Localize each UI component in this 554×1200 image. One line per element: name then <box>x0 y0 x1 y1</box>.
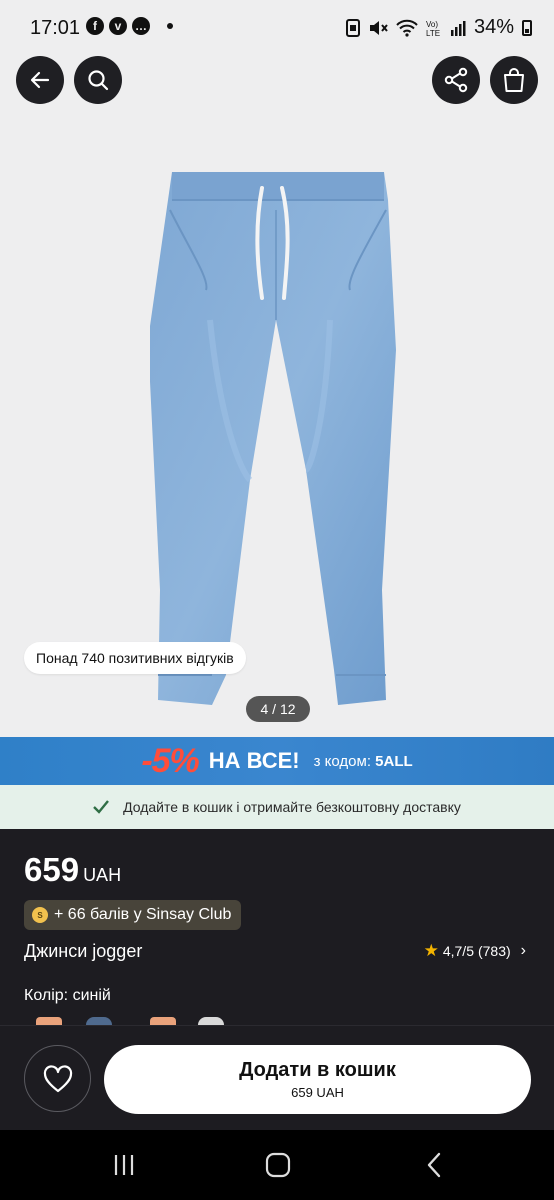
color-swatch[interactable] <box>198 1017 224 1025</box>
promo-percent: -5% <box>141 741 199 780</box>
product-name: Джинси jogger <box>24 941 143 961</box>
screenshot-icon <box>345 18 360 37</box>
color-line: Колір: синій <box>24 987 111 1005</box>
share-icon <box>444 67 468 93</box>
color-label: Колір: <box>24 987 69 1004</box>
add-to-cart-button[interactable]: Додати в кошик 659 UAH <box>104 1045 531 1114</box>
viber-icon: v <box>109 17 127 35</box>
volte-icon: Vo)LTE <box>426 20 440 37</box>
share-button[interactable] <box>432 56 480 104</box>
back-icon <box>30 71 50 89</box>
product-image-gallery[interactable]: Понад 740 позитивних відгуків 4 / 12 <box>0 50 554 737</box>
add-to-cart-label: Додати в кошик <box>239 1059 396 1081</box>
star-icon: ★ <box>423 941 439 960</box>
promo-code: 5ALL <box>375 752 413 770</box>
price: 659 UAH <box>24 851 121 889</box>
heart-icon <box>43 1064 72 1092</box>
product-info: 659 UAH S + 66 балів у Sinsay Club Джинси… <box>0 829 554 1025</box>
wifi-icon <box>396 19 418 37</box>
color-swatch[interactable] <box>36 1017 62 1025</box>
club-points-text: + 66 балів у Sinsay Club <box>54 906 232 923</box>
recent-apps-icon <box>114 1155 134 1175</box>
search-icon <box>88 70 109 91</box>
reviews-count: (783) <box>477 943 511 959</box>
rating-link[interactable]: ★ 4,7/5 (783) › <box>424 941 526 961</box>
free-delivery-banner: Додайте в кошик і отримайте безкоштовну … <box>0 785 554 829</box>
back-nav-icon <box>427 1152 441 1178</box>
promo-headline: НА ВСЕ! <box>208 748 300 773</box>
promo-code-prefix: з кодом: <box>313 752 371 770</box>
home-icon <box>265 1152 291 1178</box>
color-value: синій <box>72 987 111 1004</box>
svg-text:Vo): Vo) <box>426 20 438 29</box>
promo-banner[interactable]: -5% НА ВСЕ! з кодом: 5ALL <box>0 737 554 785</box>
home-button[interactable] <box>258 1150 298 1180</box>
svg-text:LTE: LTE <box>426 29 440 37</box>
signal-icon <box>450 20 466 36</box>
mute-icon <box>369 20 388 35</box>
image-pager: 4 / 12 <box>246 696 310 722</box>
notification-dot-icon <box>167 23 173 29</box>
add-to-cart-price: 659 UAH <box>291 1085 344 1100</box>
checkmark-icon <box>93 800 110 814</box>
battery-icon <box>522 19 532 36</box>
color-swatch[interactable] <box>150 1017 176 1025</box>
rating-value: 4,7/5 <box>442 943 474 959</box>
chat-icon: … <box>132 17 150 35</box>
system-navigation-bar <box>0 1130 554 1200</box>
chevron-right-icon: › <box>520 942 526 959</box>
reviews-pill[interactable]: Понад 740 позитивних відгуків <box>24 642 246 674</box>
back-nav-button[interactable] <box>414 1150 454 1180</box>
price-value: 659 <box>24 851 80 888</box>
status-bar: 17:01 f v … Vo) LTE 34% <box>0 0 554 50</box>
recent-apps-button[interactable] <box>104 1150 144 1180</box>
color-swatch[interactable] <box>86 1017 112 1025</box>
cart-button[interactable] <box>490 56 538 104</box>
action-bar: Додати в кошик 659 UAH <box>0 1025 554 1130</box>
wishlist-button[interactable] <box>24 1045 91 1112</box>
delivery-text: Додайте в кошик і отримайте безкоштовну … <box>123 799 461 815</box>
product-photo-jeans <box>150 172 396 705</box>
club-points-badge[interactable]: S + 66 балів у Sinsay Club <box>24 900 242 930</box>
price-currency: UAH <box>83 865 122 885</box>
bag-icon <box>504 68 524 92</box>
battery-level: 34% <box>473 16 514 38</box>
back-button[interactable] <box>16 56 64 104</box>
status-time: 17:01 <box>30 17 81 39</box>
coin-icon: S <box>32 907 48 923</box>
search-button[interactable] <box>74 56 122 104</box>
facebook-icon: f <box>86 17 104 35</box>
